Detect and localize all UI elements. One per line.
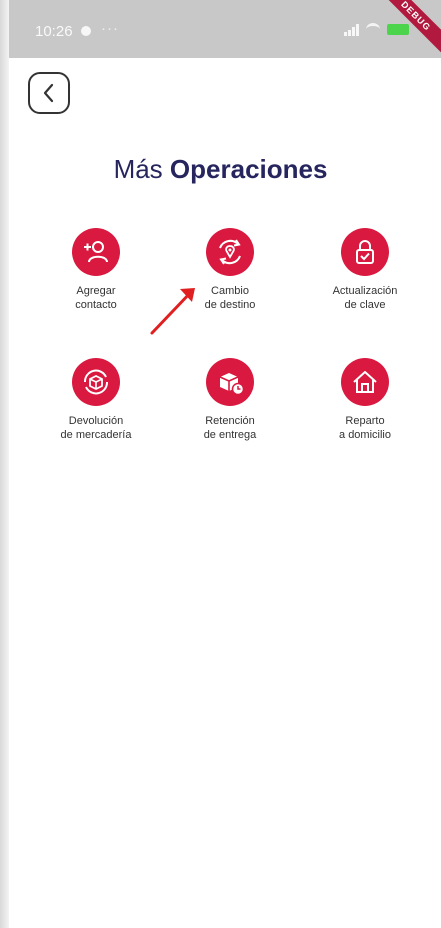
op-icon-circle xyxy=(72,228,120,276)
page-title: Más Operaciones xyxy=(0,154,441,185)
chevron-left-icon xyxy=(43,83,54,103)
package-hold-icon xyxy=(219,373,245,396)
op-icon-circle xyxy=(206,228,254,276)
op-icon-circle xyxy=(72,358,120,406)
window-edge xyxy=(0,0,9,928)
op-icon-circle xyxy=(341,228,389,276)
battery-icon xyxy=(387,24,409,35)
status-more-indicator: ··· xyxy=(101,20,119,37)
page-title-light: Más xyxy=(113,154,163,184)
package-return-icon xyxy=(83,369,109,395)
annotation-arrow xyxy=(150,288,195,335)
op-label: Retención de entrega xyxy=(203,415,257,441)
op-icon-circle xyxy=(206,358,254,406)
op-label: Reparto a domicilio xyxy=(339,415,391,441)
op-reparto-domicilio[interactable]: Reparto a domicilio xyxy=(300,358,430,442)
op-actualizacion-clave[interactable]: Actualización de clave xyxy=(300,228,430,312)
op-retencion-entrega[interactable]: Retención de entrega xyxy=(165,358,295,442)
op-devolucion-mercaderia[interactable]: Devolución de mercadería xyxy=(31,358,161,442)
add-user-icon xyxy=(84,241,108,263)
op-icon-circle xyxy=(341,358,389,406)
app-screen: 10:26 ··· DEBUG Más Operaciones Agregar … xyxy=(0,0,441,928)
page-title-bold: Operaciones xyxy=(169,154,328,184)
status-bar: 10:26 ··· DEBUG xyxy=(9,0,441,61)
location-change-icon xyxy=(219,239,241,265)
lock-icon xyxy=(356,240,374,264)
signal-icon xyxy=(344,23,359,36)
status-indicators xyxy=(344,23,409,36)
back-button[interactable] xyxy=(28,72,70,114)
status-time: 10:26 xyxy=(35,23,73,40)
wifi-icon xyxy=(366,23,380,36)
notification-icon xyxy=(81,26,91,36)
home-icon xyxy=(353,371,377,393)
op-label: Actualización de clave xyxy=(332,285,398,311)
op-label: Devolución de mercadería xyxy=(60,415,132,441)
